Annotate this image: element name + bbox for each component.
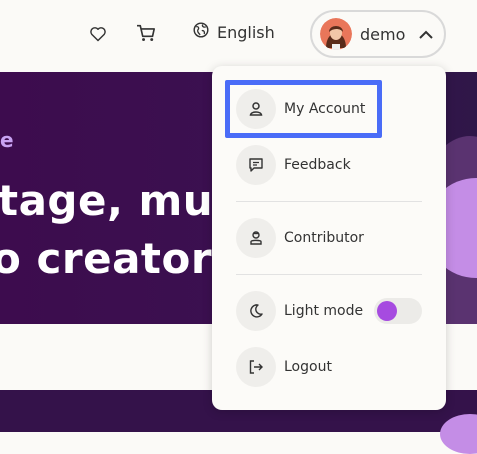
light-mode-toggle[interactable] bbox=[374, 298, 422, 324]
user-name: demo bbox=[360, 24, 406, 44]
feedback-icon bbox=[236, 145, 276, 185]
user-dropdown-menu: My Account Feedback Contributor Light mo… bbox=[212, 66, 446, 410]
hero-kicker: e bbox=[0, 128, 14, 152]
user-menu-button[interactable]: demo bbox=[310, 10, 446, 58]
chevron-up-icon bbox=[419, 25, 434, 44]
menu-item-label: Logout bbox=[284, 359, 332, 375]
hero-headline-line-2: o creators bbox=[0, 234, 238, 283]
menu-item-label: Feedback bbox=[284, 157, 351, 173]
menu-item-label: Light mode bbox=[284, 303, 364, 319]
menu-item-feedback[interactable]: Feedback bbox=[236, 144, 426, 186]
contributor-icon bbox=[236, 218, 276, 258]
menu-item-contributor[interactable]: Contributor bbox=[236, 217, 426, 259]
menu-item-label: Contributor bbox=[284, 230, 364, 246]
hero-headline-line-1: tage, mus bbox=[0, 176, 239, 225]
logout-icon bbox=[236, 347, 276, 387]
menu-divider bbox=[236, 201, 422, 202]
moon-icon bbox=[236, 291, 276, 331]
menu-item-label: My Account bbox=[284, 101, 366, 117]
language-label: English bbox=[217, 22, 275, 42]
user-icon bbox=[236, 89, 276, 129]
language-selector[interactable]: English bbox=[193, 22, 275, 42]
cart-icon[interactable] bbox=[135, 23, 157, 43]
menu-divider bbox=[236, 274, 422, 275]
menu-item-logout[interactable]: Logout bbox=[236, 346, 426, 388]
top-bar: English demo bbox=[0, 0, 477, 72]
globe-icon bbox=[193, 22, 209, 42]
toggle-knob bbox=[377, 301, 397, 321]
menu-item-my-account[interactable]: My Account bbox=[236, 88, 426, 130]
avatar bbox=[320, 18, 352, 50]
heart-icon[interactable] bbox=[88, 24, 108, 44]
